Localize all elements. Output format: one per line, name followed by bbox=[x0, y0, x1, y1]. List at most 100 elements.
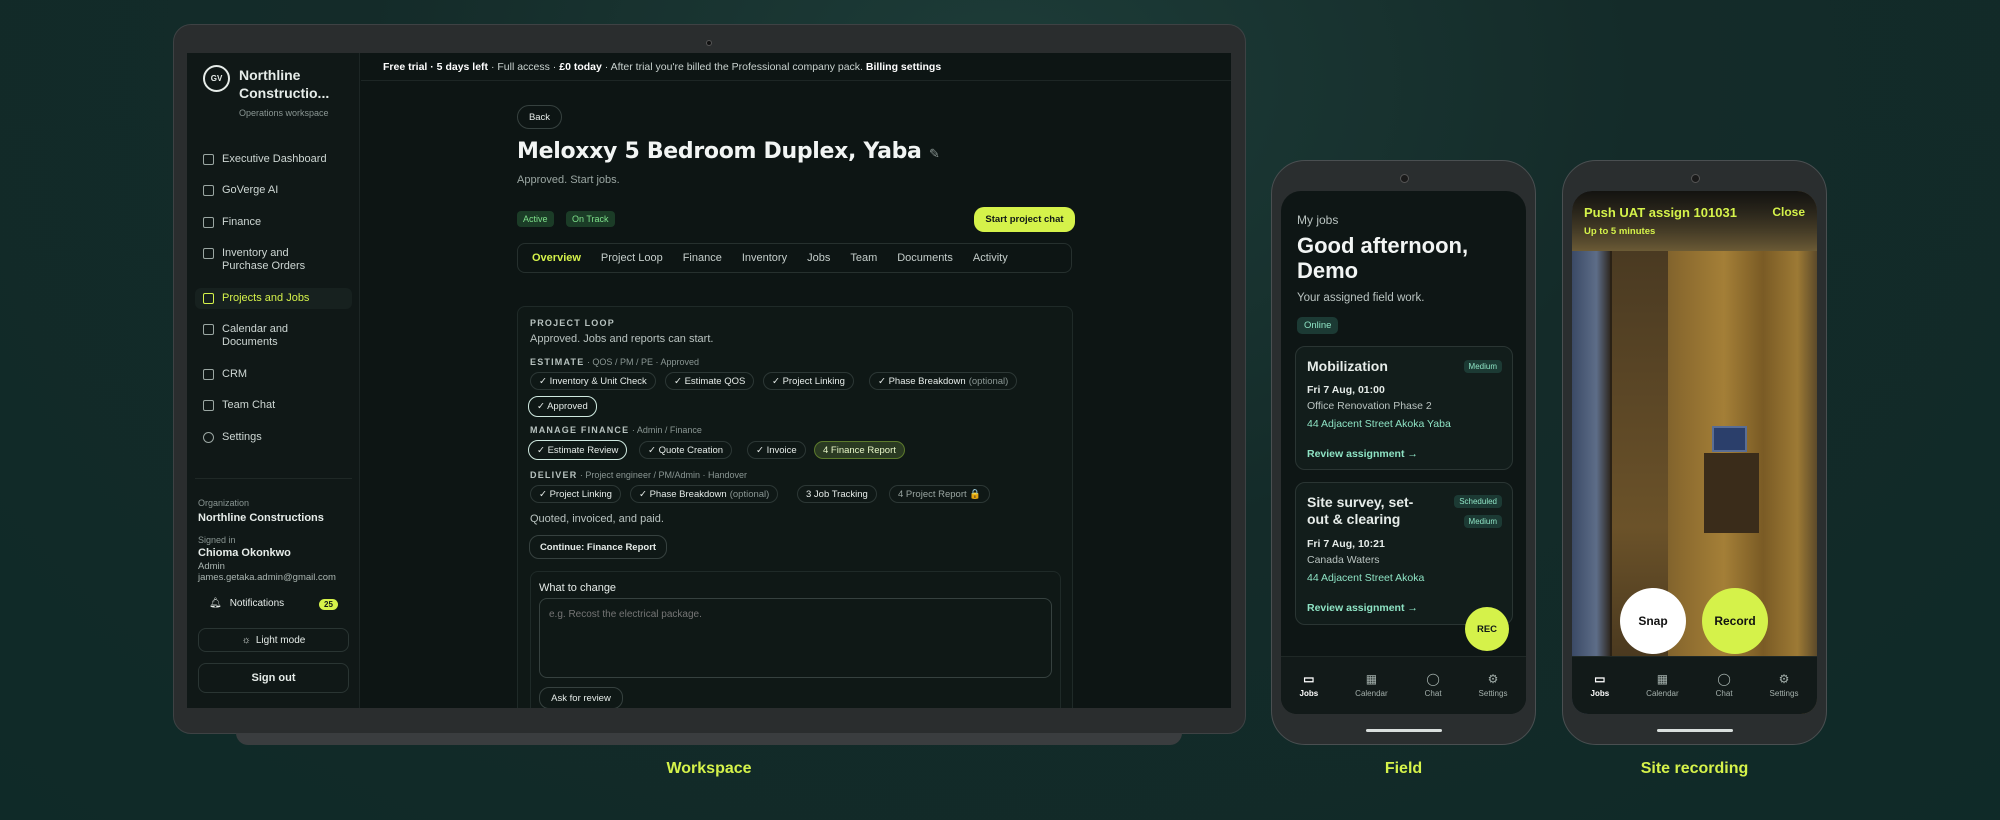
chip-approved[interactable]: ✓ Approved bbox=[528, 396, 597, 417]
camera-icon bbox=[1400, 174, 1409, 183]
job-card[interactable]: Mobilization Medium Fri 7 Aug, 01:00 Off… bbox=[1295, 346, 1513, 470]
continue-finance-report-button[interactable]: Continue: Finance Report bbox=[529, 535, 667, 559]
billing-settings-link[interactable]: Billing settings bbox=[866, 61, 941, 73]
workspace-screen: GV Northline Constructio... Operations w… bbox=[187, 53, 1231, 708]
briefcase-icon: ▭ bbox=[1303, 672, 1315, 686]
nav-label: Chat bbox=[1715, 689, 1733, 698]
sidebar-item-finance[interactable]: Finance bbox=[195, 212, 352, 233]
close-button[interactable]: Close bbox=[1772, 205, 1805, 219]
nav-jobs[interactable]: ▭ Jobs bbox=[1591, 673, 1610, 698]
sign-out-button[interactable]: Sign out bbox=[198, 663, 349, 693]
tab-jobs[interactable]: Jobs bbox=[797, 252, 840, 264]
chip-job-tracking[interactable]: 3 Job Tracking bbox=[797, 485, 877, 503]
chip-quote-creation[interactable]: ✓ Quote Creation bbox=[639, 441, 733, 459]
finance-sub: · Admin / Finance bbox=[629, 425, 702, 435]
review-assignment-link[interactable]: Review assignment → bbox=[1307, 448, 1418, 460]
sidebar-item-label: Settings bbox=[222, 431, 262, 443]
chip-phase-breakdown-deliver[interactable]: ✓ Phase Breakdown (optional) bbox=[630, 485, 779, 503]
field-phone: My jobs Good afternoon, Demo Your assign… bbox=[1271, 160, 1536, 745]
sun-icon: ☼ bbox=[241, 634, 251, 646]
job-title: Site survey, set-out & clearing bbox=[1307, 494, 1414, 527]
back-button[interactable]: Back bbox=[517, 105, 562, 129]
sidebar-item-projects-and-jobs[interactable]: Projects and Jobs bbox=[195, 288, 352, 309]
tab-team[interactable]: Team bbox=[840, 252, 887, 264]
snap-button[interactable]: Snap bbox=[1620, 588, 1686, 654]
start-project-chat-button[interactable]: Start project chat bbox=[974, 207, 1075, 232]
sidebar-item-inventory[interactable]: Inventory and Purchase Orders bbox=[195, 243, 352, 277]
sidebar-item-team-chat[interactable]: Team Chat bbox=[195, 395, 352, 416]
nav-calendar[interactable]: ▦ Calendar bbox=[1646, 673, 1678, 698]
field-subtitle: Your assigned field work. bbox=[1297, 292, 1425, 304]
project-subtitle: Approved. Start jobs. bbox=[517, 174, 620, 186]
chip-estimate-review[interactable]: ✓ Estimate Review bbox=[528, 440, 628, 460]
user-icon bbox=[203, 432, 214, 443]
ask-for-review-button[interactable]: Ask for review bbox=[539, 687, 623, 708]
org-name-line2[interactable]: Constructio... bbox=[239, 85, 349, 101]
folder-icon bbox=[203, 293, 214, 304]
manage-finance-heading: MANAGE FINANCE · Admin / Finance bbox=[530, 425, 702, 435]
job-address: 44 Adjacent Street Akoka Yaba bbox=[1307, 418, 1451, 430]
nav-settings[interactable]: ⚙ Settings bbox=[1479, 673, 1508, 698]
sidebar-item-label: Inventory and Purchase Orders bbox=[222, 247, 306, 272]
light-mode-button[interactable]: ☼ Light mode bbox=[198, 628, 349, 652]
cabinet bbox=[1704, 453, 1759, 533]
chip-project-linking[interactable]: ✓ Project Linking bbox=[763, 372, 854, 390]
workspace-caption: Workspace bbox=[666, 760, 752, 777]
pencil-icon[interactable]: ✎ bbox=[929, 147, 940, 162]
job-card[interactable]: Site survey, set-out & clearing Schedule… bbox=[1295, 482, 1513, 625]
tab-overview[interactable]: Overview bbox=[518, 252, 591, 264]
estimate-heading: ESTIMATE · QOS / PM / PE · Approved bbox=[530, 357, 699, 367]
sidebar-item-calendar-documents[interactable]: Calendar and Documents bbox=[195, 319, 352, 353]
chip-phase-breakdown[interactable]: ✓ Phase Breakdown (optional) bbox=[869, 372, 1018, 390]
org-name[interactable]: Northline bbox=[239, 65, 349, 85]
project-title: Meloxxy 5 Bedroom Duplex, Yaba bbox=[517, 139, 922, 164]
project-loop-desc: Approved. Jobs and reports can start. bbox=[530, 333, 714, 345]
gear-icon: ⚙ bbox=[1778, 672, 1790, 686]
chat-icon: ◯ bbox=[1426, 672, 1440, 686]
camera-icon bbox=[1691, 174, 1700, 183]
tab-inventory[interactable]: Inventory bbox=[732, 252, 797, 264]
chat-icon bbox=[203, 400, 214, 411]
sidebar-item-executive-dashboard[interactable]: Executive Dashboard bbox=[195, 149, 352, 170]
site-recording-caption: Site recording bbox=[1640, 760, 1749, 777]
signed-in-label: Signed in bbox=[198, 535, 236, 545]
organization-label: Organization bbox=[198, 498, 250, 508]
estimate-label: ESTIMATE bbox=[530, 357, 585, 367]
nav-chat[interactable]: ◯ Chat bbox=[1425, 673, 1442, 698]
home-indicator bbox=[1657, 729, 1733, 732]
chip-estimate-qos[interactable]: ✓ Estimate QOS bbox=[665, 372, 755, 390]
priority-badge: Medium bbox=[1463, 360, 1502, 373]
nav-settings[interactable]: ⚙ Settings bbox=[1770, 673, 1799, 698]
rec-button[interactable]: REC bbox=[1465, 607, 1509, 651]
nav-jobs[interactable]: ▭ Jobs bbox=[1300, 673, 1319, 698]
review-assignment-link[interactable]: Review assignment → bbox=[1307, 602, 1418, 614]
sidebar-item-label: GoVerge AI bbox=[222, 184, 279, 196]
recording-phone: Push UAT assign 101031 Close Up to 5 min… bbox=[1562, 160, 1827, 745]
chip-invoice[interactable]: ✓ Invoice bbox=[747, 441, 806, 459]
job-title: Mobilization bbox=[1307, 358, 1388, 374]
chip-finance-report[interactable]: 4 Finance Report bbox=[814, 441, 905, 459]
tab-project-loop[interactable]: Project Loop bbox=[591, 252, 673, 264]
record-button[interactable]: Record bbox=[1702, 588, 1768, 654]
deliver-heading: DELIVER · Project engineer / PM/Admin · … bbox=[530, 470, 747, 480]
chip-project-report: 4 Project Report 🔒 bbox=[889, 485, 991, 503]
tab-activity[interactable]: Activity bbox=[963, 252, 1018, 264]
notifications-label: Notifications bbox=[229, 598, 285, 609]
crm-icon bbox=[203, 369, 214, 380]
nav-label: Settings bbox=[1478, 689, 1508, 698]
sidebar-item-crm[interactable]: CRM bbox=[195, 364, 352, 385]
notifications-button[interactable]: 🔔︎ Notifications bbox=[209, 598, 284, 609]
nav-chat[interactable]: ◯ Chat bbox=[1716, 673, 1733, 698]
tab-finance[interactable]: Finance bbox=[673, 252, 732, 264]
bottom-nav: ▭ Jobs ▦ Calendar ◯ Chat ⚙ Settings bbox=[1281, 656, 1526, 714]
nav-calendar[interactable]: ▦ Calendar bbox=[1355, 673, 1387, 698]
tab-documents[interactable]: Documents bbox=[887, 252, 963, 264]
chip-label: ✓ Phase Breakdown bbox=[639, 488, 727, 500]
sidebar-item-goverge-ai[interactable]: GoVerge AI bbox=[195, 180, 352, 201]
sidebar-item-settings[interactable]: Settings bbox=[195, 427, 352, 448]
chip-inventory-unit-check[interactable]: ✓ Inventory & Unit Check bbox=[530, 372, 656, 390]
chip-project-linking-deliver[interactable]: ✓ Project Linking bbox=[530, 485, 621, 503]
what-to-change-field[interactable] bbox=[539, 598, 1052, 678]
inventory-icon bbox=[203, 248, 214, 259]
project-tabs: Overview Project Loop Finance Inventory … bbox=[517, 243, 1072, 273]
